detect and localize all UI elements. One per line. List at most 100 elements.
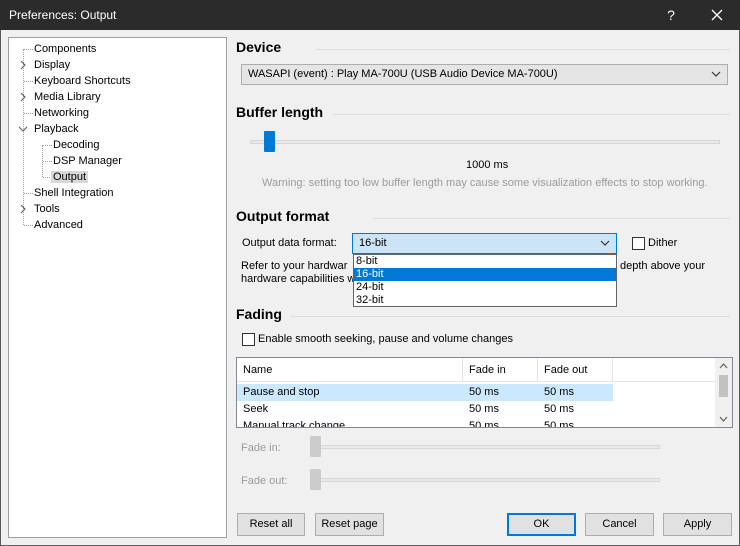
close-button[interactable] [694,0,740,30]
buffer-slider-thumb[interactable] [264,131,275,152]
fading-list-header: Name Fade in Fade out [237,358,732,382]
tree-item-label: Components [34,43,97,55]
output-data-format-dropdown[interactable]: 8-bit 16-bit 24-bit 32-bit [353,254,617,307]
output-format-info-text: hardware capabilities w [241,273,356,285]
fade-in-slider-track[interactable] [316,445,660,449]
device-select-value: WASAPI (event) : Play MA-700U (USB Audio… [248,68,558,80]
dither-label: Dither [648,237,678,249]
fade-out-slider-track[interactable] [316,478,660,482]
tree-item-tools[interactable]: Tools [34,201,60,217]
tree-item-display[interactable]: Display [34,57,70,73]
fade-row-in: 50 ms [469,420,499,428]
chevron-down-icon [711,65,721,91]
tree-item-networking[interactable]: Networking [34,105,89,121]
tree-item-components[interactable]: Components [34,41,96,57]
scroll-down-icon[interactable] [715,410,732,427]
fade-row-out: 50 ms [544,386,574,398]
fade-in-slider-thumb[interactable] [310,436,321,457]
apply-button[interactable]: Apply [663,513,732,536]
format-option-32bit[interactable]: 32-bit [354,294,616,307]
tree-item-label: Playback [34,123,79,135]
format-option-16bit[interactable]: 16-bit [354,268,616,281]
tree-item-dsp-manager[interactable]: DSP Manager [53,153,122,169]
tree-guide [24,193,33,194]
tree-guide [24,225,33,226]
buffer-value-label: 1000 ms [466,159,509,171]
reset-all-button[interactable]: Reset all [237,513,305,536]
tree-guide [43,145,52,146]
output-data-format-label: Output data format: [242,237,337,249]
column-header-fade-in[interactable]: Fade in [463,358,538,382]
scroll-thumb[interactable] [719,375,728,397]
chevron-right-icon[interactable] [19,89,29,105]
tree-item-media-library[interactable]: Media Library [34,89,101,105]
fade-row-in: 50 ms [469,386,499,398]
tree-item-label: Media Library [34,91,101,103]
fade-row-out: 50 ms [544,403,574,415]
tree-item-label: Shell Integration [34,187,114,199]
title-bar: Preferences: Output ? [0,0,740,30]
fade-out-label: Fade out: [241,475,288,487]
window-title: Preferences: Output [9,8,117,22]
fade-row-name: Manual track change [243,420,346,428]
preferences-tree[interactable]: Components Display Keyboard Shortcuts Me… [8,37,227,538]
format-option-8bit[interactable]: 8-bit [354,255,616,268]
help-button[interactable]: ? [648,0,694,30]
fading-section-title: Fading [236,306,282,322]
chevron-down-icon[interactable] [18,121,28,137]
smooth-seeking-label: Enable smooth seeking, pause and volume … [258,333,514,345]
reset-page-button[interactable]: Reset page [315,513,384,536]
smooth-seeking-checkbox[interactable] [242,333,255,346]
tree-item-label: Networking [34,107,90,119]
column-header-name[interactable]: Name [237,358,463,382]
tree-item-label: Output [51,171,89,183]
fade-out-slider-thumb[interactable] [310,469,321,490]
fade-in-label: Fade in: [241,442,281,454]
buffer-warning: Warning: setting too low buffer length m… [262,177,708,189]
ok-button[interactable]: OK [507,513,576,536]
section-divider [290,316,730,317]
tree-item-keyboard-shortcuts[interactable]: Keyboard Shortcuts [34,73,131,89]
tree-item-label: DSP Manager [53,155,122,167]
tree-item-advanced[interactable]: Advanced [34,217,83,233]
tree-item-playback[interactable]: Playback [34,121,79,137]
fade-row-name: Pause and stop [243,386,320,398]
buffer-slider-track[interactable] [250,140,720,144]
output-data-format-value: 16-bit [359,237,387,249]
tree-item-label: Keyboard Shortcuts [34,75,131,87]
chevron-right-icon[interactable] [19,57,29,73]
tree-guide [24,81,33,82]
tree-guide [43,161,52,162]
tree-guide [24,113,33,114]
tree-item-label: Decoding [53,139,100,151]
tree-item-label: Tools [34,203,60,215]
preferences-window: Components Display Keyboard Shortcuts Me… [0,30,740,546]
tree-item-shell-integration[interactable]: Shell Integration [34,185,114,201]
device-section-title: Device [236,39,282,55]
output-format-info-text: Refer to your hardwar [241,260,348,272]
section-divider [373,218,730,219]
fade-row-in: 50 ms [469,403,499,415]
section-divider [316,49,730,50]
cancel-button[interactable]: Cancel [585,513,654,536]
format-option-24bit[interactable]: 24-bit [354,281,616,294]
chevron-right-icon[interactable] [19,201,29,217]
fading-list[interactable]: Name Fade in Fade out Pause and stop 50 … [236,357,733,428]
dither-checkbox[interactable] [632,237,645,250]
close-icon [711,9,723,21]
output-data-format-select[interactable]: 16-bit [352,233,617,254]
fading-list-scrollbar[interactable] [715,358,732,427]
output-format-section-title: Output format [236,208,330,224]
tree-item-label: Advanced [34,219,83,231]
table-row[interactable]: Seek 50 ms 50 ms [237,401,613,418]
tree-item-decoding[interactable]: Decoding [53,137,99,153]
scroll-up-icon[interactable] [715,358,732,375]
tree-guide [24,49,33,50]
tree-item-output[interactable]: Output [51,169,89,185]
tree-item-label: Display [34,59,71,71]
table-row[interactable]: Pause and stop 50 ms 50 ms [237,384,613,401]
device-select[interactable]: WASAPI (event) : Play MA-700U (USB Audio… [241,64,728,85]
table-row[interactable]: Manual track change 50 ms 50 ms [237,418,613,428]
fade-row-out: 50 ms [544,420,574,428]
column-header-fade-out[interactable]: Fade out [538,358,613,382]
